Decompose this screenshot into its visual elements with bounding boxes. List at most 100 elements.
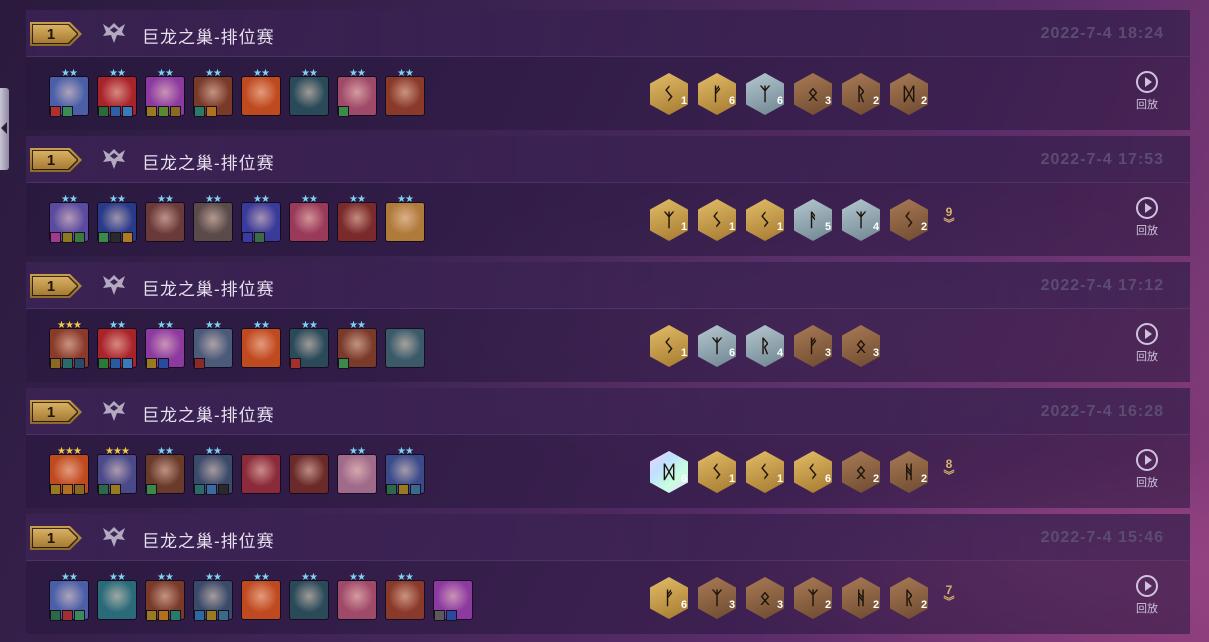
champion-portrait[interactable]: ★★ <box>338 195 376 241</box>
trait-hexagon-icon[interactable]: ᛞ <box>650 451 688 493</box>
champion-portrait[interactable] <box>386 329 424 367</box>
star-level-icon: ★★ <box>205 572 222 583</box>
champion-portrait[interactable]: ★★ <box>386 447 424 495</box>
champion-portrait[interactable]: ★★ <box>50 573 88 621</box>
trait-hexagon-icon[interactable]: ᚻ <box>890 451 928 493</box>
trait-hexagon-icon[interactable]: ᛟ <box>842 451 880 493</box>
sidebar-collapse-handle[interactable] <box>0 88 9 170</box>
champion-portrait[interactable]: ★★ <box>290 573 328 619</box>
trait-hexagon-icon[interactable]: ᛉ <box>842 199 880 241</box>
trait-hexagon-icon[interactable]: ᛊ <box>746 199 784 241</box>
champion-portrait[interactable]: ★★ <box>50 69 88 117</box>
trait-hexagon-icon[interactable]: ᛊ <box>650 73 688 115</box>
champion-portrait[interactable]: ★★ <box>194 69 232 117</box>
champion-portrait[interactable]: ★★ <box>338 321 376 369</box>
champion-portrait[interactable]: ★★ <box>98 321 136 369</box>
champion-portrait[interactable]: ★★ <box>146 69 184 117</box>
champion-portrait[interactable]: ★★ <box>98 69 136 117</box>
champion-portrait[interactable]: ★★ <box>194 573 232 621</box>
trait-hexagon-icon[interactable]: ᛉ <box>698 325 736 367</box>
trait-hexagon-icon[interactable]: ᛉ <box>650 199 688 241</box>
champion-portrait[interactable]: ★★★ <box>50 447 88 495</box>
trait-hexagon-icon[interactable]: ᛞ <box>890 73 928 115</box>
more-traits-toggle[interactable]: 8 ︾ <box>938 457 960 482</box>
match-row[interactable]: 1 巨龙之巢-排位赛 2022-7-4 17:12 ★★★ ★★ ★★ ★★ ★★ ★★ ★★ ᛊ 1… <box>26 262 1190 382</box>
trait-glyph-icon: ᛟ <box>807 83 819 104</box>
replay-button[interactable]: 回放 <box>1132 449 1162 490</box>
item-icon <box>146 358 157 369</box>
trait-hexagon-icon[interactable]: ᚠ <box>650 577 688 619</box>
trait-hexagon-icon[interactable]: ᚠ <box>794 325 832 367</box>
champion-portrait[interactable]: ★★ <box>146 447 184 495</box>
trait-hexagon-icon[interactable]: ᛉ <box>794 577 832 619</box>
star-level-icon: ★★ <box>61 572 78 583</box>
champion-portrait[interactable]: ★★ <box>338 447 376 493</box>
champion-portrait[interactable]: ★★ <box>386 195 424 241</box>
star-level-icon: ★★ <box>397 446 414 457</box>
trait-hexagon-icon[interactable]: ᚱ <box>842 73 880 115</box>
item-icon <box>50 610 61 621</box>
champion-portrait[interactable]: ★★ <box>386 69 424 115</box>
champion-portrait[interactable]: ★★ <box>242 69 280 115</box>
trait-hexagon-icon[interactable]: ᛟ <box>746 577 784 619</box>
champion-portrait[interactable] <box>242 455 280 493</box>
trait-hexagon-icon[interactable]: ᛉ <box>698 577 736 619</box>
trait-hexagon-icon[interactable]: ᛊ <box>890 199 928 241</box>
match-row[interactable]: 1 巨龙之巢-排位赛 2022-7-4 16:28 ★★★ ★★★ ★★ ★★ ★★ ★★ ᛞ 6 ᛊ… <box>26 388 1190 508</box>
champion-portrait[interactable]: ★★ <box>290 195 328 241</box>
champion-portrait[interactable]: ★★ <box>98 195 136 243</box>
star-level-icon: ★★ <box>205 320 222 331</box>
item-slots <box>338 358 349 369</box>
champion-portrait[interactable]: ★★ <box>386 573 424 619</box>
trait-hexagon-icon[interactable]: ᛟ <box>842 325 880 367</box>
champion-portrait[interactable]: ★★★ <box>50 321 88 369</box>
dragon-crest-icon <box>101 526 127 548</box>
champion-portrait[interactable]: ★★ <box>338 69 376 117</box>
trait-hexagon-icon[interactable]: ᚨ <box>794 199 832 241</box>
trait-hexagon-icon[interactable]: ᚠ <box>698 73 736 115</box>
champion-portrait[interactable]: ★★ <box>290 69 328 115</box>
item-slots <box>98 232 133 243</box>
champion-portrait[interactable]: ★★ <box>194 447 232 495</box>
champion-portrait[interactable]: ★★ <box>194 321 232 369</box>
replay-button[interactable]: 回放 <box>1132 71 1162 112</box>
more-traits-toggle[interactable]: 9 ︾ <box>938 205 960 230</box>
match-row[interactable]: 1 巨龙之巢-排位赛 2022-7-4 17:53 ★★ ★★ ★★ ★★ ★★ ★★ ★★ ★★ ᛉ… <box>26 136 1190 256</box>
champion-portrait[interactable]: ★★ <box>146 573 184 621</box>
replay-label: 回放 <box>1136 477 1158 489</box>
replay-button[interactable]: 回放 <box>1132 323 1162 364</box>
trait-hexagon-icon[interactable]: ᛉ <box>746 73 784 115</box>
champion-portrait[interactable]: ★★ <box>242 573 280 619</box>
item-slots <box>50 232 85 243</box>
trait-hexagon-icon[interactable]: ᛊ <box>698 199 736 241</box>
champion-portrait[interactable] <box>290 455 328 493</box>
trait-hexagon-icon[interactable]: ᛊ <box>794 451 832 493</box>
champion-portrait[interactable]: ★★ <box>338 573 376 619</box>
trait-hexagon-icon[interactable]: ᛟ <box>794 73 832 115</box>
item-icon <box>98 232 109 243</box>
trait-hexagon-icon[interactable]: ᚻ <box>842 577 880 619</box>
champion-portrait[interactable]: ★★ <box>146 195 184 241</box>
replay-button[interactable]: 回放 <box>1132 197 1162 238</box>
champion-portrait[interactable]: ★★ <box>98 573 136 619</box>
trait-hexagon-icon[interactable]: ᛊ <box>650 325 688 367</box>
champion-portrait[interactable] <box>434 581 472 621</box>
trait-hexagon-icon[interactable]: ᚱ <box>746 325 784 367</box>
item-icon <box>434 610 445 621</box>
trait-hexagon-icon[interactable]: ᛊ <box>698 451 736 493</box>
champion-portrait[interactable]: ★★ <box>146 321 184 369</box>
more-traits-toggle[interactable]: 7 ︾ <box>938 583 960 608</box>
champion-portrait[interactable]: ★★ <box>194 195 232 241</box>
replay-button[interactable]: 回放 <box>1132 575 1162 616</box>
trait-hexagon-icon[interactable]: ᛊ <box>746 451 784 493</box>
champion-portrait[interactable]: ★★ <box>50 195 88 243</box>
match-row[interactable]: 1 巨龙之巢-排位赛 2022-7-4 18:24 ★★ ★★ ★★ ★★ ★★ ★★ ★★ ★★ ᛊ… <box>26 10 1190 130</box>
match-timestamp: 2022-7-4 15:46 <box>1040 529 1164 546</box>
champion-portrait[interactable]: ★★ <box>290 321 328 369</box>
item-icon <box>242 232 253 243</box>
match-row[interactable]: 1 巨龙之巢-排位赛 2022-7-4 15:46 ★★ ★★ ★★ ★★ ★★ ★★ ★★ ★★ ᚠ… <box>26 514 1190 634</box>
champion-portrait[interactable]: ★★★ <box>98 447 136 495</box>
trait-hexagon-icon[interactable]: ᚱ <box>890 577 928 619</box>
champion-portrait[interactable]: ★★ <box>242 195 280 243</box>
champion-portrait[interactable]: ★★ <box>242 321 280 367</box>
